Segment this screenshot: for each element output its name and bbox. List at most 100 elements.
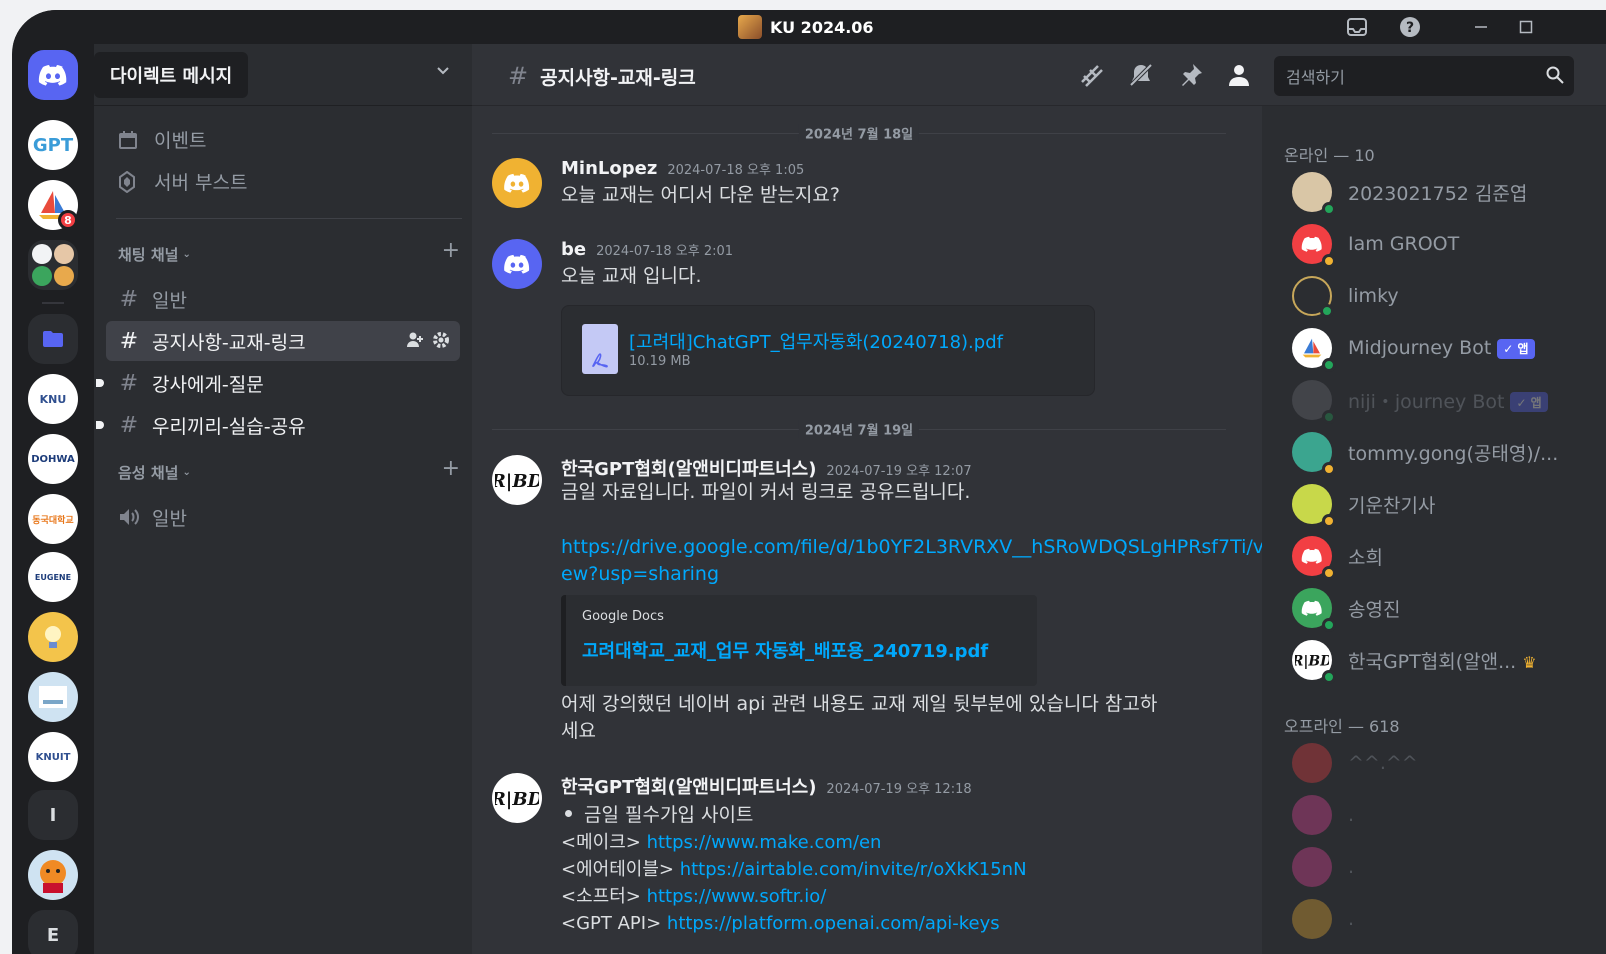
softr-link[interactable]: https://www.softr.io/	[647, 886, 827, 907]
message-body: be 2024-07-18 오후 2:01 오늘 교재 입니다.	[561, 239, 1232, 290]
maximize-icon[interactable]	[1515, 16, 1537, 38]
member-item[interactable]: 소희	[1292, 536, 1383, 580]
file-name-link[interactable]: [고려대]ChatGPT_업무자동화(20240718).pdf	[629, 328, 1003, 354]
member-item[interactable]: 기운찬기사	[1292, 484, 1436, 528]
invite-icon[interactable]	[406, 331, 424, 349]
add-channel-button[interactable]: +	[442, 238, 460, 263]
notification-muted-icon[interactable]	[1128, 62, 1154, 88]
category-text-channels[interactable]: 채팅 채널 ⌄	[118, 244, 191, 265]
status-idle-icon	[1322, 566, 1336, 580]
airtable-link[interactable]: https://airtable.com/invite/r/oXkK15nN	[680, 859, 1027, 880]
signup-link-row: <에어테이블> https://airtable.com/invite/r/oX…	[561, 856, 1232, 883]
server-photo[interactable]	[28, 672, 78, 722]
search-placeholder: 검색하기	[1286, 68, 1345, 87]
server-knu-label: KNU	[39, 392, 67, 406]
member-item[interactable]: .	[1292, 899, 1354, 939]
channel-ask-instructor[interactable]: # 강사에게-질문	[96, 363, 460, 403]
status-online-icon	[1322, 618, 1336, 632]
unread-indicator	[96, 421, 104, 429]
channel-general[interactable]: # 일반	[106, 279, 460, 319]
message-author[interactable]: 한국GPT협회(알앤비디파트너스)	[561, 773, 816, 799]
message: R|BD 한국GPT협회(알앤비디파트너스) 2024-07-19 오후 12:0…	[492, 455, 1269, 755]
server-yellow[interactable]	[28, 612, 78, 662]
server-dongguk[interactable]: 동국대학교	[28, 494, 78, 544]
direct-messages-button[interactable]: 다이렉트 메시지	[94, 52, 249, 98]
member-item[interactable]: 2023021752 김준엽	[1292, 172, 1527, 216]
message-author[interactable]: 한국GPT협회(알앤비디파트너스)	[561, 455, 816, 481]
link-label: <GPT API>	[561, 913, 662, 934]
file-attachment[interactable]: [고려대]ChatGPT_업무자동화(20240718).pdf 10.19 M…	[561, 305, 1095, 396]
gear-icon[interactable]	[432, 331, 450, 349]
sidebar-item-server-boost[interactable]: 서버 부스트	[118, 168, 247, 195]
server-gpt[interactable]: GPT	[28, 120, 78, 170]
server-eugene[interactable]: EUGENE	[28, 552, 78, 602]
speaker-icon	[118, 507, 140, 527]
pin-icon[interactable]	[1178, 62, 1204, 88]
server-knu[interactable]: KNU	[28, 374, 78, 424]
channel-label: 일반	[152, 507, 187, 530]
server-knuit[interactable]: KNUIT	[28, 732, 78, 782]
member-item[interactable]: Iam GROOT	[1292, 224, 1460, 268]
channel-actions	[406, 331, 450, 349]
message-line: 어제 강의했던 네이버 api 관련 내용도 교재 제일 뒷부분에 있습니다 참…	[561, 693, 1158, 715]
server-tiger[interactable]	[28, 850, 78, 900]
message-timestamp: 2024-07-19 오후 12:18	[826, 782, 972, 797]
help-icon[interactable]: ?	[1399, 16, 1421, 38]
sidebar-item-events[interactable]: 이벤트	[118, 126, 206, 153]
link-label: <에어테이블>	[561, 859, 674, 880]
status-online-icon	[1322, 202, 1336, 216]
category-voice-channels[interactable]: 음성 채널 ⌄	[118, 462, 191, 483]
member-item[interactable]: .	[1292, 847, 1354, 887]
inbox-icon[interactable]	[1346, 16, 1368, 38]
member-item[interactable]: niji・journey Bot ✓ 앱	[1292, 380, 1548, 424]
message: R|BD 한국GPT협회(알앤비디파트너스) 2024-07-19 오후 12:1…	[492, 773, 1232, 953]
link-line: ew?usp=sharing	[561, 563, 720, 585]
server-folder-1[interactable]	[28, 240, 78, 290]
avatar[interactable]: R|BD	[492, 455, 542, 505]
make-link[interactable]: https://www.make.com/en	[647, 832, 882, 853]
title-bar: KU 2024.06 ?	[12, 10, 1606, 44]
avatar[interactable]: R|BD	[492, 773, 542, 823]
member-list-icon[interactable]	[1226, 62, 1252, 88]
search-input[interactable]: 검색하기	[1274, 56, 1574, 96]
server-dohwa[interactable]: DOHWA	[28, 434, 78, 484]
openai-api-link[interactable]: https://platform.openai.com/api-keys	[667, 913, 1000, 934]
member-item[interactable]: tommy.gong(공태영)/...	[1292, 432, 1558, 476]
server-folder-2[interactable]	[28, 314, 78, 364]
channel-practice-share[interactable]: # 우리끼리-실습-공유	[96, 405, 460, 445]
channel-notice-textbook-link[interactable]: # 공지사항-교재-링크	[106, 321, 460, 361]
channel-title: # 공지사항-교재-링크	[508, 62, 696, 90]
sidebar-header: 다이렉트 메시지	[94, 44, 472, 106]
member-item[interactable]: R|BD 한국GPT협회(알앤...♛	[1292, 640, 1537, 684]
chevron-down-icon[interactable]	[436, 66, 450, 76]
message-author[interactable]: be	[561, 239, 586, 260]
member-item[interactable]: .	[1292, 795, 1354, 835]
member-name: Iam GROOT	[1348, 233, 1460, 255]
member-name: 기운찬기사	[1348, 494, 1436, 517]
server-i[interactable]: I	[28, 790, 78, 840]
link-embed: Google Docs 고려대학교_교재_업무 자동화_배포용_240719.p…	[561, 595, 1037, 686]
embed-title-link[interactable]: 고려대학교_교재_업무 자동화_배포용_240719.pdf	[582, 637, 988, 663]
voice-channel-general[interactable]: 일반	[106, 497, 460, 537]
channel-label: 일반	[152, 289, 187, 312]
server-eugene-label: EUGENE	[34, 572, 72, 582]
member-item[interactable]: 송영진	[1292, 588, 1400, 632]
window-title: KU 2024.06	[738, 15, 874, 39]
message-line: 세요	[561, 720, 596, 742]
server-e[interactable]: E	[28, 910, 78, 954]
message-author[interactable]: MinLopez	[561, 158, 657, 179]
google-drive-link[interactable]: https://drive.google.com/file/d/1b0YF2L3…	[561, 534, 1269, 588]
avatar[interactable]	[492, 158, 542, 208]
add-voice-channel-button[interactable]: +	[442, 456, 460, 481]
avatar[interactable]	[492, 239, 542, 289]
home-button[interactable]	[28, 50, 78, 100]
status-online-icon	[1322, 358, 1336, 372]
member-item[interactable]: Midjourney Bot ✓ 앱	[1292, 328, 1535, 372]
member-item[interactable]: limky	[1292, 276, 1399, 318]
bullet-item: 금일 필수가입 사이트	[561, 797, 1232, 829]
category-label: 채팅 채널	[118, 246, 179, 264]
status-idle-icon	[1322, 254, 1336, 268]
threads-icon[interactable]	[1078, 62, 1104, 88]
minimize-icon[interactable]	[1470, 16, 1492, 38]
member-item[interactable]: ^^.^^	[1292, 743, 1418, 783]
